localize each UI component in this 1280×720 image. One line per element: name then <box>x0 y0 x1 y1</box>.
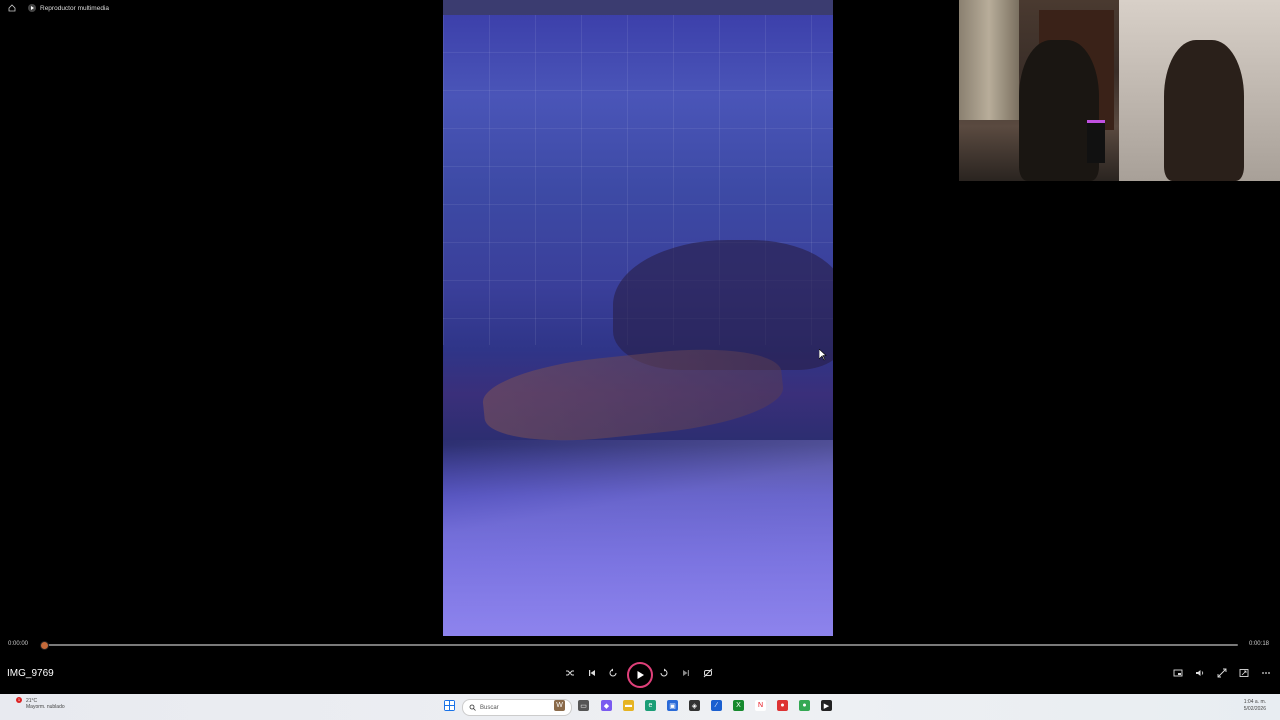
lobster <box>479 339 787 451</box>
previous-icon[interactable] <box>585 666 599 680</box>
media-player-app-icon <box>28 4 36 12</box>
windows-start-icon[interactable] <box>444 700 455 711</box>
visual-studio-icon[interactable]: ∕ <box>711 700 722 711</box>
window-title: Reproductor multimedia <box>40 4 110 12</box>
chrome-icon[interactable]: ● <box>777 700 788 711</box>
home-icon[interactable] <box>8 4 16 12</box>
edge-icon[interactable]: e <box>645 700 656 711</box>
weather-badge: 1 <box>16 697 22 703</box>
volume-icon[interactable] <box>1193 666 1207 680</box>
webcam-microphone <box>1087 120 1105 163</box>
pip-icon[interactable] <box>1237 666 1251 680</box>
task-view-icon[interactable]: ▭ <box>578 700 589 711</box>
widgets-icon[interactable]: W <box>554 700 565 711</box>
webcam-person-right <box>1164 40 1244 181</box>
current-time: 0:00:00 <box>8 641 29 647</box>
play-icon <box>637 671 644 679</box>
total-time: 0:00:18 <box>1248 641 1269 647</box>
rewind-10-icon[interactable] <box>606 666 620 680</box>
next-icon[interactable] <box>679 666 693 680</box>
copilot-icon[interactable]: ◆ <box>601 700 612 711</box>
netflix-icon[interactable]: N <box>755 700 766 711</box>
clock-time: 1:04 a. m. <box>1243 699 1266 705</box>
repeat-off-icon[interactable] <box>701 666 715 680</box>
search-placeholder: Buscar <box>480 704 499 711</box>
taskbar: 1 21°C Mayorm. nublado Buscar W ▭ ◆ ▬ e … <box>0 694 1280 720</box>
file-explorer-icon[interactable]: ▬ <box>623 700 634 711</box>
clock-date: 5/02/2026 <box>1243 706 1266 712</box>
webcam-curtain <box>959 0 1019 120</box>
store-alt-icon[interactable]: ◈ <box>689 700 700 711</box>
search-icon <box>469 704 476 711</box>
miniplayer-icon[interactable] <box>1171 666 1185 680</box>
seek-bar[interactable]: 0:00:00 0:00:18 <box>0 636 1280 658</box>
fullscreen-icon[interactable] <box>1215 666 1229 680</box>
media-player-icon[interactable]: ▶ <box>821 700 832 711</box>
play-button[interactable] <box>627 662 653 688</box>
xbox-icon[interactable]: X <box>733 700 744 711</box>
more-options-icon[interactable] <box>1259 666 1273 680</box>
chrome-alt-icon[interactable]: ● <box>799 700 810 711</box>
player-controls: IMG_9769 <box>0 658 1280 694</box>
seek-track[interactable] <box>43 644 1238 646</box>
store-icon[interactable]: ▣ <box>667 700 678 711</box>
weather-widget[interactable]: 1 21°C Mayorm. nublado <box>8 697 65 710</box>
seek-thumb[interactable] <box>40 641 49 650</box>
video-frame[interactable] <box>443 0 833 636</box>
system-clock[interactable]: 1:04 a. m. 5/02/2026 <box>1244 699 1266 713</box>
shuffle-icon[interactable] <box>563 666 577 680</box>
video-title: IMG_9769 <box>7 668 54 679</box>
forward-30-icon[interactable] <box>657 666 671 680</box>
aquarium-sand <box>443 440 833 636</box>
weather-desc: Mayorm. nublado <box>26 704 65 710</box>
webcam-overlay <box>959 0 1280 181</box>
video-top-band <box>443 0 833 15</box>
